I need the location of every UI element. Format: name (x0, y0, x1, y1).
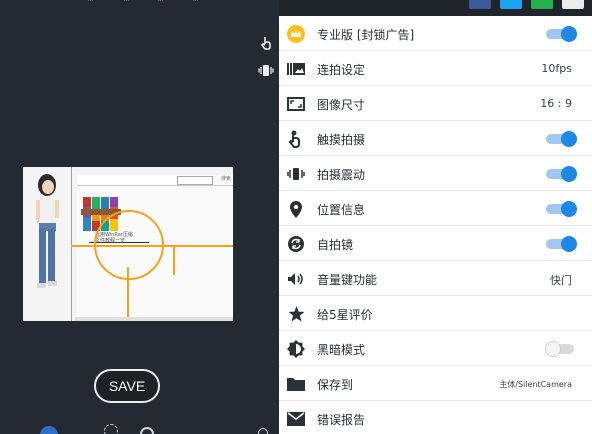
switch-camera-icon (287, 235, 305, 253)
pro-version-toggle[interactable] (546, 26, 577, 42)
setting-touch-shoot[interactable]: 触摸拍摄 (279, 121, 592, 156)
setting-dark-mode[interactable]: 黑暗模式 (279, 331, 592, 366)
setting-selfie[interactable]: 自拍镜 (279, 226, 592, 261)
location-icon (287, 200, 305, 218)
image-size-value: 16 : 9 (540, 97, 572, 110)
preview-toolbar-text: 搜索 (220, 176, 231, 182)
share-icon[interactable] (530, 0, 553, 9)
focus-crosshair-v (127, 267, 129, 321)
brightness-icon[interactable] (104, 424, 118, 434)
setting-pro-version[interactable]: 专业版 [封锁广告] (279, 16, 592, 51)
mode-icon[interactable] (40, 426, 58, 434)
folder-icon (287, 375, 305, 393)
top-label: ... (158, 0, 164, 3)
focus-crosshair-h (71, 245, 233, 247)
camera-preview[interactable]: 搜索 运用WinRar压缩 文件教程一览 (23, 167, 233, 321)
status-strip: ... ... ... ... (0, 0, 279, 6)
preview-divider (71, 167, 72, 321)
setting-label: 黑暗模式 (317, 343, 366, 357)
settings-header (279, 0, 592, 16)
location-toggle[interactable] (546, 201, 577, 217)
dark-mode-icon (287, 340, 305, 358)
preview-footer (75, 317, 233, 321)
timer-icon[interactable] (140, 427, 154, 434)
setting-label: 自拍镜 (317, 238, 354, 252)
vibrate-icon[interactable] (258, 64, 274, 80)
share-icons (465, 0, 584, 9)
setting-label: 位置信息 (317, 203, 366, 217)
setting-label: 给5星评价 (317, 308, 373, 322)
crown-icon (287, 25, 305, 43)
setting-burst[interactable]: 连拍设定 10fps (279, 51, 592, 86)
preview-toolbar: 搜索 (77, 175, 233, 186)
vibration-toggle[interactable] (546, 166, 577, 182)
mail-icon (287, 410, 305, 428)
camera-panel: ... ... ... ... 搜索 运用WinRar压缩 文件教程一览 SAV… (0, 0, 279, 434)
burst-icon (287, 60, 305, 78)
vibrate-icon (287, 165, 305, 183)
twitter-icon[interactable] (499, 0, 522, 9)
dark-mode-toggle[interactable] (545, 341, 576, 357)
setting-label: 保存到 (317, 378, 354, 392)
setting-label: 专业版 [封锁广告] (317, 28, 415, 42)
setting-vibration[interactable]: 拍摄震动 (279, 156, 592, 191)
setting-label: 图像尺寸 (317, 98, 366, 112)
save-path-value: 主体/SilentCamera (499, 380, 572, 389)
top-label: ... (193, 0, 199, 3)
setting-volume-key[interactable]: 音量键功能 快门 (279, 261, 592, 296)
preview-search-box (177, 176, 213, 185)
person-figure (36, 174, 59, 288)
setting-image-size[interactable]: 图像尺寸 16 : 9 (279, 86, 592, 121)
volume-icon (287, 270, 305, 288)
setting-label: 错误报告 (317, 413, 366, 427)
bottom-toolbar (0, 424, 279, 434)
setting-label: 拍摄震动 (317, 168, 366, 182)
top-label: ... (88, 0, 94, 3)
more-icon[interactable] (562, 0, 584, 9)
touch-shoot-toggle[interactable] (546, 131, 577, 147)
setting-location[interactable]: 位置信息 (279, 191, 592, 226)
setting-save-to[interactable]: 保存到 主体/SilentCamera (279, 366, 592, 401)
setting-rate[interactable]: 给5星评价 (279, 296, 592, 331)
volume-key-value: 快门 (550, 274, 572, 287)
setting-label: 连拍设定 (317, 63, 366, 77)
setting-bug-report[interactable]: 错误报告 (279, 401, 592, 434)
touch-icon (287, 130, 305, 148)
settings-icon[interactable] (258, 428, 268, 434)
top-label: ... (124, 0, 130, 3)
facebook-icon[interactable] (468, 0, 491, 9)
selfie-toggle[interactable] (546, 236, 577, 252)
setting-label: 触摸拍摄 (317, 133, 366, 147)
touch-icon[interactable] (260, 36, 273, 53)
settings-panel: 专业版 [封锁广告] 连拍设定 10fps 图像尺寸 16 : 9 触摸拍摄 拍… (279, 0, 592, 434)
setting-label: 音量键功能 (317, 273, 378, 287)
aspect-ratio-icon (287, 95, 305, 113)
save-button[interactable]: SAVE (94, 369, 160, 403)
burst-value: 10fps (541, 62, 572, 75)
focus-crosshair-v2 (173, 245, 175, 275)
star-icon (287, 305, 305, 323)
